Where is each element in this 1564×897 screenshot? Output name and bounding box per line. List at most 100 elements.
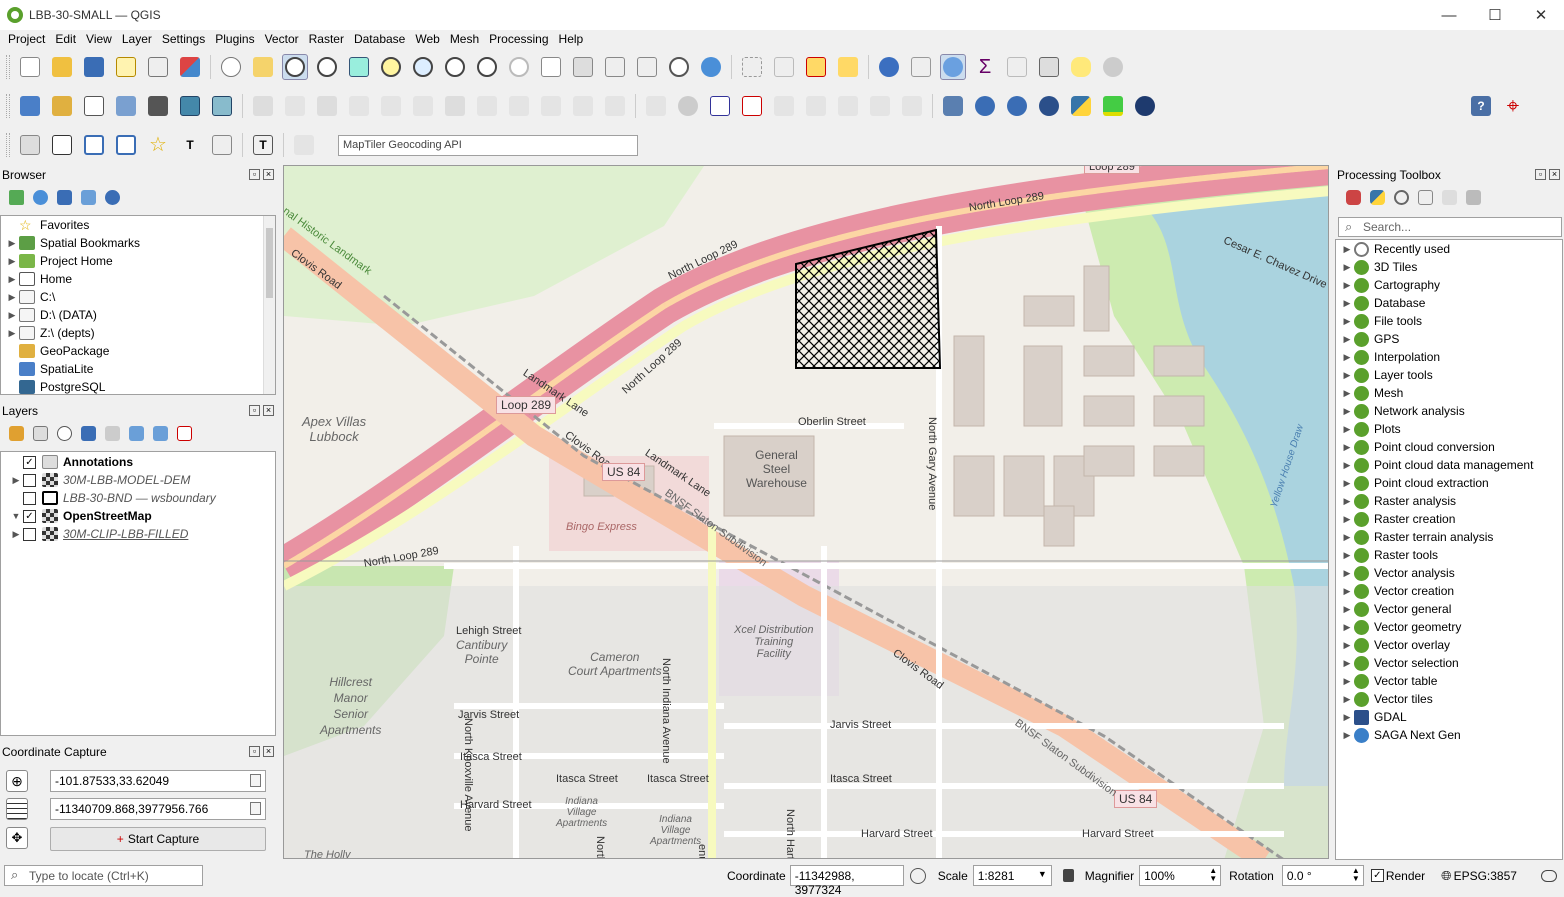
help-icon[interactable]: ? xyxy=(1468,93,1494,119)
wgs84-coordinate-field[interactable]: -101.87533,33.62049 xyxy=(50,770,266,792)
metasearch-catalog-icon[interactable] xyxy=(1004,93,1030,119)
browser-item-favorites[interactable]: ☆ Favorites xyxy=(1,216,275,234)
new-3d-map-view-icon[interactable] xyxy=(570,54,596,80)
add-delimited-text-icon[interactable] xyxy=(145,93,171,119)
toolbox-item[interactable]: ▶ Cartography xyxy=(1336,276,1562,294)
rotation-spinbox[interactable]: 0.0 ° ▲ ▼ xyxy=(1281,865,1364,886)
menu-web[interactable]: Web xyxy=(410,32,444,46)
manage-map-themes-icon[interactable] xyxy=(54,423,74,443)
toolbox-item[interactable]: ▶ Raster analysis xyxy=(1336,492,1562,510)
toolbox-item[interactable]: ▶ Layer tools xyxy=(1336,366,1562,384)
python-console-icon[interactable] xyxy=(1068,93,1094,119)
zoom-last-icon[interactable] xyxy=(474,54,500,80)
measure-line-icon[interactable] xyxy=(1036,54,1062,80)
grid-crs-icon[interactable] xyxy=(6,798,28,820)
magnifier-spinbox[interactable]: 100% ▲ ▼ xyxy=(1139,865,1222,886)
toggle-extents-icon[interactable] xyxy=(909,867,926,884)
expand-arrow-icon[interactable]: ▶ xyxy=(1340,514,1354,525)
copy-icon[interactable] xyxy=(250,774,261,787)
undo-icon[interactable] xyxy=(570,93,596,119)
toolbox-item[interactable]: ▶ Point cloud data management xyxy=(1336,456,1562,474)
expand-arrow-icon[interactable]: ▶ xyxy=(9,475,23,486)
redo-icon[interactable] xyxy=(602,93,628,119)
toolbox-item[interactable]: ▶ Interpolation xyxy=(1336,348,1562,366)
layer-visibility-checkbox[interactable] xyxy=(23,473,36,487)
filter-legend-icon[interactable] xyxy=(78,423,98,443)
pan-to-selection-icon[interactable] xyxy=(250,54,276,80)
collapse-arrow-icon[interactable]: ▼ xyxy=(9,511,23,521)
new-project-icon[interactable] xyxy=(17,54,43,80)
open-attribute-table-icon[interactable] xyxy=(908,54,934,80)
processing-toolbox-icon[interactable] xyxy=(940,54,966,80)
menu-edit[interactable]: Edit xyxy=(50,32,81,46)
layer-labeling-icon[interactable] xyxy=(707,93,733,119)
float-panel-icon[interactable]: ▫ xyxy=(249,169,260,180)
history-icon[interactable] xyxy=(1391,187,1411,207)
rotate-label-icon[interactable] xyxy=(867,93,893,119)
layer-item-annotations[interactable]: ✓ Annotations xyxy=(1,453,275,471)
text-annotation-icon[interactable] xyxy=(17,132,43,158)
line-text-annotation-icon[interactable] xyxy=(209,132,235,158)
expand-arrow-icon[interactable]: ▶ xyxy=(1340,406,1354,417)
scale-combobox[interactable]: 1:8281 ▼ xyxy=(972,865,1052,886)
remove-layer-icon[interactable] xyxy=(174,423,194,443)
expand-arrow-icon[interactable]: ▶ xyxy=(1340,244,1354,255)
zoom-in-icon[interactable] xyxy=(282,54,308,80)
menu-vector[interactable]: Vector xyxy=(260,32,304,46)
select-by-value-icon[interactable] xyxy=(771,54,797,80)
browser-item-home[interactable]: ▶ Home xyxy=(1,270,275,288)
float-panel-icon[interactable]: ▫ xyxy=(1535,169,1546,180)
expand-arrow-icon[interactable]: ▶ xyxy=(5,238,19,249)
copy-features-icon[interactable] xyxy=(506,93,532,119)
minimize-button[interactable]: — xyxy=(1426,0,1472,30)
statistical-summary-icon[interactable]: Σ xyxy=(972,54,998,80)
profile-tool-icon[interactable] xyxy=(1100,93,1126,119)
lock-scale-icon[interactable] xyxy=(1062,869,1074,882)
spin-arrows-icon[interactable]: ▲ ▼ xyxy=(1209,867,1217,883)
quickmapservices-icon[interactable] xyxy=(1036,93,1062,119)
toolbox-item[interactable]: ▶ Vector table xyxy=(1336,672,1562,690)
zoom-to-layer-icon[interactable] xyxy=(410,54,436,80)
toolbox-item[interactable]: ▶ Vector geometry xyxy=(1336,618,1562,636)
filter-icon[interactable] xyxy=(54,187,74,207)
zoom-out-icon[interactable] xyxy=(314,54,340,80)
collapse-all-icon[interactable] xyxy=(78,187,98,207)
current-edits-icon[interactable] xyxy=(250,93,276,119)
geocoder-icon[interactable] xyxy=(291,132,317,158)
browser-scrollbar[interactable] xyxy=(263,216,275,394)
expand-arrow-icon[interactable]: ▶ xyxy=(5,274,19,285)
expand-arrow-icon[interactable]: ▶ xyxy=(1340,442,1354,453)
toolbox-item[interactable]: ▶ Vector overlay xyxy=(1336,636,1562,654)
toolbox-item[interactable]: ▶ GDAL xyxy=(1336,708,1562,726)
expand-arrow-icon[interactable]: ▶ xyxy=(1340,478,1354,489)
expand-arrow-icon[interactable]: ▶ xyxy=(1340,370,1354,381)
menu-view[interactable]: View xyxy=(81,32,117,46)
modify-attributes-icon[interactable] xyxy=(410,93,436,119)
expand-arrow-icon[interactable]: ▶ xyxy=(1340,604,1354,615)
save-edits-icon[interactable] xyxy=(314,93,340,119)
move-label-icon[interactable] xyxy=(835,93,861,119)
crosshair-icon[interactable]: ⌖ xyxy=(1500,93,1526,119)
label-tool-icon[interactable] xyxy=(643,93,669,119)
layer-item-clip-filled[interactable]: ▶ 30M-CLIP-LBB-FILLED xyxy=(1,525,275,543)
menu-plugins[interactable]: Plugins xyxy=(210,32,259,46)
add-group-icon[interactable] xyxy=(30,423,50,443)
float-panel-icon[interactable]: ▫ xyxy=(249,746,260,757)
show-hide-labels-icon[interactable] xyxy=(803,93,829,119)
point-text-annotation-icon[interactable]: T xyxy=(177,132,203,158)
add-virtual-layer-icon[interactable] xyxy=(209,93,235,119)
render-checkbox[interactable]: ✓ xyxy=(1370,869,1384,882)
add-vector-layer-icon[interactable] xyxy=(81,93,107,119)
toolbox-item[interactable]: ▶ Point cloud extraction xyxy=(1336,474,1562,492)
locator-settings-icon[interactable] xyxy=(1100,54,1126,80)
delete-selected-icon[interactable] xyxy=(442,93,468,119)
crs-selector-icon[interactable]: ⊕ xyxy=(6,770,28,792)
menu-help[interactable]: Help xyxy=(554,32,589,46)
change-label-icon[interactable] xyxy=(899,93,925,119)
expand-arrow-icon[interactable]: ▶ xyxy=(1340,640,1354,651)
toolbox-item[interactable]: ▶ Vector general xyxy=(1336,600,1562,618)
expand-arrow-icon[interactable]: ▶ xyxy=(9,529,23,540)
toolbox-item[interactable]: ▶ GPS xyxy=(1336,330,1562,348)
metasearch-icon[interactable] xyxy=(972,93,998,119)
add-selected-layers-icon[interactable] xyxy=(6,187,26,207)
